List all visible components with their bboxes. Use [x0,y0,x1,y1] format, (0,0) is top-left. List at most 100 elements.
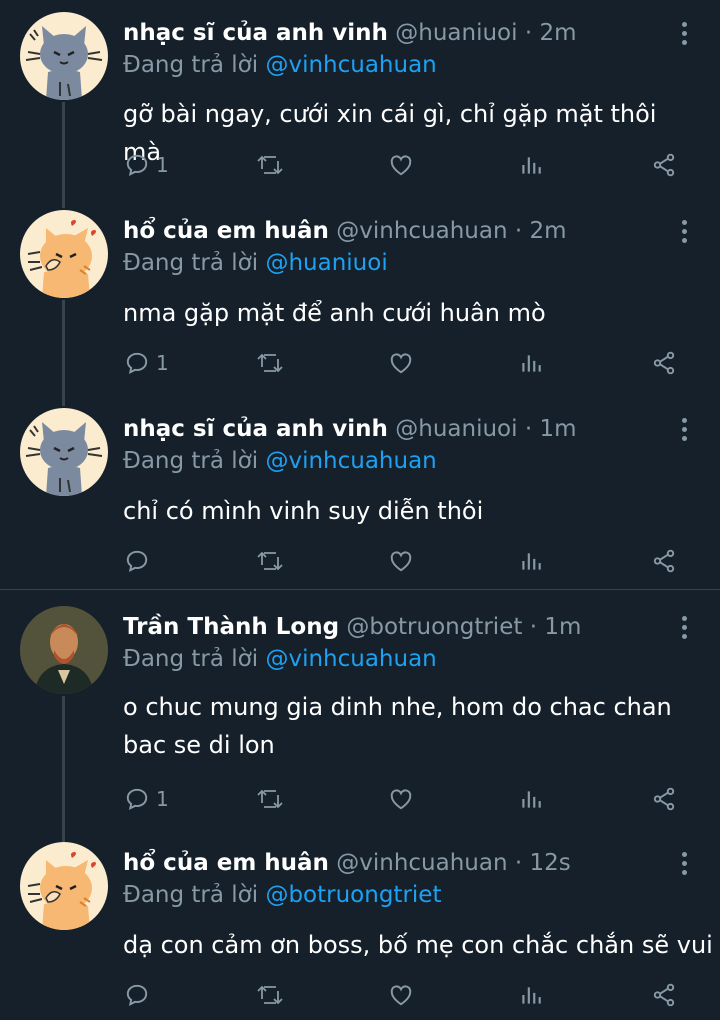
retweet-button[interactable] [256,978,284,1012]
tweet-text: chỉ có mình vinh suy diễn thôi [123,497,484,525]
more-vertical-icon[interactable] [678,22,690,48]
avatar[interactable] [20,606,108,694]
separator: · [524,416,533,442]
tweet-header: nhạc sĩ của anh vinh @huaniuoi · 2m [123,18,660,48]
heart-icon [390,353,412,374]
timestamp[interactable]: 12s [530,850,571,876]
user-handle[interactable]: @huaniuoi [395,20,517,46]
reply-icon [126,352,148,374]
mention-link[interactable]: @vinhcuahuan [265,646,436,672]
analytics-button[interactable] [518,544,544,578]
like-button[interactable] [387,346,415,380]
gray-cat-avatar-icon [20,408,108,496]
tweet-actions: 1 [0,148,720,182]
analytics-icon [522,987,541,1004]
mention-link[interactable]: @vinhcuahuan [265,52,436,78]
like-button[interactable] [387,782,415,816]
separator: · [524,20,533,46]
share-button[interactable] [650,978,678,1012]
user-handle[interactable]: @huaniuoi [395,416,517,442]
share-icon [653,351,675,375]
display-name[interactable]: hổ của em huân [123,218,329,244]
replying-to: Đang trả lời @huaniuoi [123,248,388,278]
thread-divider [0,589,720,590]
heart-icon [390,985,412,1006]
display-name[interactable]: hổ của em huân [123,850,329,876]
portrait-avatar-icon [20,606,108,694]
more-vertical-icon[interactable] [678,852,690,878]
retweet-button[interactable] [256,346,284,380]
avatar[interactable] [20,408,108,496]
analytics-button[interactable] [518,782,544,816]
display-name[interactable]: Trần Thành Long [123,614,339,640]
timestamp[interactable]: 2m [539,20,576,46]
share-button[interactable] [650,346,678,380]
tweet[interactable]: nhạc sĩ của anh vinh @huaniuoi · 1m Đang… [0,396,720,589]
reply-button[interactable]: 1 [124,346,169,380]
reply-button[interactable] [124,544,156,578]
reply-count: 1 [156,351,169,375]
thread-line [62,396,65,406]
replying-to: Đang trả lời @vinhcuahuan [123,50,437,80]
tweet-header: Trần Thành Long @botruongtriet · 1m [123,612,660,642]
tweet-header: hổ của em huân @vinhcuahuan · 12s [123,848,660,878]
separator: · [514,218,523,244]
more-vertical-icon[interactable] [678,220,690,246]
reply-button[interactable]: 1 [124,782,169,816]
retweet-icon [257,155,283,175]
orange-cat-avatar-icon [20,210,108,298]
reply-count: 1 [156,153,169,177]
timestamp[interactable]: 1m [539,416,576,442]
reply-icon [126,788,148,810]
tweet[interactable]: nhạc sĩ của anh vinh @huaniuoi · 2m Đang… [0,0,720,198]
avatar[interactable] [20,12,108,100]
share-button[interactable] [650,544,678,578]
reply-button[interactable]: 1 [124,148,169,182]
retweet-icon [257,985,283,1005]
tweet-actions [0,978,720,1012]
mention-link[interactable]: @vinhcuahuan [265,448,436,474]
like-button[interactable] [387,148,415,182]
display-name[interactable]: nhạc sĩ của anh vinh [123,416,388,442]
retweet-button[interactable] [256,148,284,182]
display-name[interactable]: nhạc sĩ của anh vinh [123,20,388,46]
user-handle[interactable]: @vinhcuahuan [336,218,507,244]
share-button[interactable] [650,782,678,816]
timestamp[interactable]: 1m [544,614,581,640]
mention-link[interactable]: @huaniuoi [265,250,387,276]
like-button[interactable] [387,544,415,578]
tweet[interactable]: hổ của em huân @vinhcuahuan · 12s Đang t… [0,834,720,1020]
mention-link[interactable]: @botruongtriet [265,882,441,908]
analytics-button[interactable] [518,978,544,1012]
tweet[interactable]: hổ của em huân @vinhcuahuan · 2m Đang tr… [0,198,720,396]
heart-icon [390,551,412,572]
heart-icon [390,789,412,810]
tweet-actions: 1 [0,782,720,816]
share-button[interactable] [650,148,678,182]
analytics-button[interactable] [518,148,544,182]
avatar[interactable] [20,210,108,298]
more-vertical-icon[interactable] [678,616,690,642]
retweet-icon [257,789,283,809]
retweet-button[interactable] [256,544,284,578]
replying-to-label: Đang trả lời [123,250,259,276]
tweet-header: nhạc sĩ của anh vinh @huaniuoi · 1m [123,414,660,444]
share-icon [653,153,675,177]
share-icon [653,787,675,811]
replying-to-label: Đang trả lời [123,448,259,474]
orange-cat-avatar-icon [20,842,108,930]
avatar[interactable] [20,842,108,930]
like-button[interactable] [387,978,415,1012]
more-vertical-icon[interactable] [678,418,690,444]
user-handle[interactable]: @vinhcuahuan [336,850,507,876]
analytics-button[interactable] [518,346,544,380]
retweet-button[interactable] [256,782,284,816]
timestamp[interactable]: 2m [530,218,567,244]
analytics-icon [522,355,541,372]
reply-button[interactable] [124,978,156,1012]
analytics-icon [522,157,541,174]
reply-thread: nhạc sĩ của anh vinh @huaniuoi · 2m Đang… [0,0,720,1020]
retweet-icon [257,353,283,373]
tweet[interactable]: Trần Thành Long @botruongtriet · 1m Đang… [0,594,720,834]
user-handle[interactable]: @botruongtriet [346,614,522,640]
